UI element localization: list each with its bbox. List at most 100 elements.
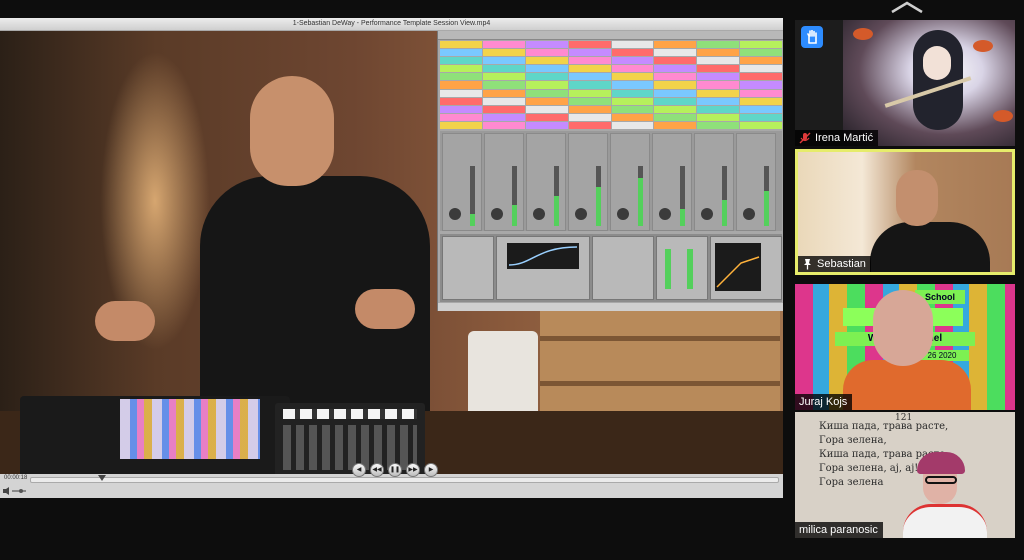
presenter-left-hand bbox=[95, 301, 155, 341]
volume-icon[interactable] bbox=[2, 486, 28, 496]
clip-slot bbox=[611, 121, 654, 129]
clip-slot bbox=[568, 97, 611, 105]
clip-slot bbox=[525, 97, 568, 105]
clip-slot bbox=[440, 81, 482, 89]
clip-slot bbox=[740, 73, 782, 81]
pad-grid bbox=[120, 399, 260, 459]
clip-slot bbox=[697, 81, 740, 89]
participant-body bbox=[843, 360, 971, 410]
device-chain bbox=[440, 234, 782, 302]
zoom-meeting-window: 1-Sebastian DeWay - Performance Template… bbox=[0, 0, 1024, 560]
ableton-session-view bbox=[437, 31, 783, 311]
clip-slot bbox=[482, 105, 525, 113]
clip-slot bbox=[440, 41, 482, 49]
clip-slot bbox=[740, 89, 782, 97]
clip-slot bbox=[568, 81, 611, 89]
clip-slot bbox=[740, 121, 782, 129]
clip-slot bbox=[697, 105, 740, 113]
participant-name-bar: Sebastian bbox=[798, 256, 871, 272]
clip-slot bbox=[525, 89, 568, 97]
participant-name: Irena Martić bbox=[815, 132, 874, 144]
clip-slot bbox=[611, 113, 654, 121]
clip-slot bbox=[740, 105, 782, 113]
clip-slot bbox=[697, 65, 740, 73]
presenter-head bbox=[250, 76, 334, 186]
participant-tile-juraj[interactable]: School FM Uni Work and panel 26 2020 Jur… bbox=[795, 284, 1015, 410]
step-forward-button[interactable]: ▶ bbox=[424, 463, 438, 477]
participant-tile-sebastian[interactable]: Sebastian bbox=[795, 149, 1015, 275]
pause-button[interactable]: ❚❚ bbox=[388, 463, 402, 477]
participant-head bbox=[896, 170, 938, 226]
participant-name-bar: Juraj Kojs bbox=[795, 394, 853, 410]
clip-slot bbox=[654, 57, 697, 65]
timecode: 00:00:18 bbox=[4, 475, 28, 481]
clip-slot bbox=[440, 89, 482, 97]
saturator-curve bbox=[507, 243, 579, 269]
rewind-button[interactable]: ◀◀ bbox=[370, 463, 384, 477]
mixer-channel-strip bbox=[526, 133, 566, 231]
device-utility bbox=[442, 236, 494, 300]
playhead[interactable] bbox=[98, 475, 107, 481]
clip-slot bbox=[654, 49, 697, 57]
chevron-up-icon[interactable] bbox=[888, 0, 926, 14]
participant-tile-milica[interactable]: 121 Киша пада, трава расте, Гора зелена,… bbox=[795, 412, 1015, 538]
clip-slot bbox=[654, 89, 697, 97]
clip-slot bbox=[525, 105, 568, 113]
clip-slot bbox=[740, 97, 782, 105]
transport-controls: ◀ ◀◀ ❚❚ ▶▶ ▶ bbox=[352, 463, 438, 477]
clip-slot bbox=[740, 81, 782, 89]
mixer-channel-strip bbox=[736, 133, 776, 231]
mixer-channel-strip bbox=[610, 133, 650, 231]
device-drum-buss bbox=[592, 236, 654, 300]
mixer-channel-strip bbox=[652, 133, 692, 231]
clip-slot bbox=[525, 57, 568, 65]
clip-slot bbox=[482, 57, 525, 65]
device-compressor bbox=[710, 236, 782, 300]
clip-slot bbox=[440, 113, 482, 121]
clip-slot bbox=[740, 49, 782, 57]
clip-slot bbox=[654, 121, 697, 129]
clip-slot bbox=[440, 97, 482, 105]
clip-slot bbox=[525, 121, 568, 129]
video-frame[interactable] bbox=[0, 31, 783, 486]
clip-slot bbox=[482, 97, 525, 105]
step-back-button[interactable]: ◀ bbox=[352, 463, 366, 477]
participant-tile-irena[interactable]: Irena Martić bbox=[795, 20, 1015, 146]
shared-video-player: 1-Sebastian DeWay - Performance Template… bbox=[0, 18, 783, 498]
clip-slot bbox=[654, 81, 697, 89]
clip-slot bbox=[440, 57, 482, 65]
fast-forward-button[interactable]: ▶▶ bbox=[406, 463, 420, 477]
muted-microphone-icon bbox=[799, 132, 811, 144]
clip-slot bbox=[482, 81, 525, 89]
participant-name-bar: Irena Martić bbox=[795, 130, 879, 146]
player-titlebar[interactable]: 1-Sebastian DeWay - Performance Template… bbox=[0, 18, 783, 31]
clip-slot bbox=[568, 57, 611, 65]
scrub-bar: 00:00:18 bbox=[0, 474, 783, 498]
clip-slot bbox=[611, 81, 654, 89]
progress-track[interactable] bbox=[30, 475, 779, 483]
mixer-channel-strip bbox=[442, 133, 482, 231]
clip-slot bbox=[654, 65, 697, 73]
compressor-graph bbox=[715, 243, 761, 291]
clip-slot bbox=[740, 57, 782, 65]
clip-slot bbox=[568, 121, 611, 129]
clip-slot bbox=[740, 113, 782, 121]
clip-slot bbox=[525, 73, 568, 81]
participant-head bbox=[873, 290, 933, 366]
clip-slot bbox=[740, 65, 782, 73]
clip-slot bbox=[525, 65, 568, 73]
participant-body bbox=[870, 222, 990, 272]
sunglasses bbox=[925, 476, 957, 484]
clip-slot bbox=[525, 81, 568, 89]
clip-slot bbox=[482, 73, 525, 81]
clip-slot bbox=[697, 89, 740, 97]
mixer-channel-strip bbox=[568, 133, 608, 231]
clip-slot bbox=[482, 89, 525, 97]
clip-slot bbox=[697, 41, 740, 49]
clip-slot bbox=[482, 41, 525, 49]
clip-slot bbox=[611, 89, 654, 97]
ableton-status-bar bbox=[438, 303, 783, 311]
clip-slot bbox=[482, 113, 525, 121]
clip-slot bbox=[697, 121, 740, 129]
mixer-section bbox=[440, 131, 782, 231]
